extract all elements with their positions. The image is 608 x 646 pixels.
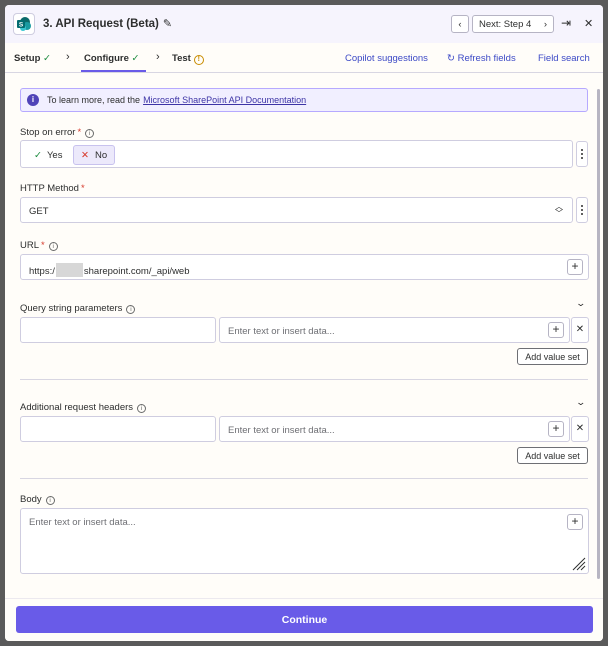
- add-query-value-set-button[interactable]: Add value set: [517, 348, 588, 365]
- required-asterisk: *: [80, 183, 85, 194]
- tab-configure[interactable]: Configure ✓: [84, 53, 139, 64]
- header-value-placeholder: Enter text or insert data...: [228, 425, 335, 436]
- svg-text:S: S: [19, 22, 24, 29]
- no-option-label: No: [94, 149, 108, 161]
- stop-on-error-toggle-group: ✓ Yes ✕ No: [20, 140, 573, 168]
- sharepoint-app-icon: S: [13, 13, 35, 35]
- step-title-text: 3. API Request (Beta): [43, 18, 159, 30]
- stop-on-error-more-menu[interactable]: [576, 141, 588, 167]
- info-icon[interactable]: i: [45, 496, 55, 505]
- http-method-value: GET: [29, 206, 49, 217]
- http-method-select[interactable]: GET ︿ ﹀: [20, 197, 573, 223]
- http-method-label-text: HTTP Method: [20, 183, 79, 194]
- remove-query-param-button[interactable]: ✕: [571, 317, 589, 343]
- field-search-link[interactable]: Field search: [538, 53, 590, 64]
- close-icon[interactable]: ✕: [584, 17, 593, 30]
- previous-step-button[interactable]: ‹: [451, 15, 469, 33]
- query-params-label-text: Query string parameters: [20, 303, 123, 314]
- tab-configure-label: Configure: [84, 53, 129, 64]
- next-step-button[interactable]: Next: Step 4 ›: [472, 15, 554, 33]
- chevron-down-icon[interactable]: ⌄: [575, 397, 586, 408]
- checkmark-icon: ✓: [131, 53, 140, 64]
- step-header: S 3. API Request (Beta) ✎ ‹ Next: Step 4 …: [5, 5, 603, 43]
- body-placeholder: Enter text or insert data...: [29, 517, 136, 528]
- info-icon[interactable]: i: [48, 242, 58, 251]
- insert-data-button[interactable]: +: [567, 259, 583, 275]
- tab-setup-label: Setup: [14, 53, 41, 64]
- step-editor-panel: S 3. API Request (Beta) ✎ ‹ Next: Step 4 …: [5, 5, 603, 641]
- stop-on-error-label: Stop on error * i: [20, 127, 95, 138]
- required-asterisk: *: [77, 127, 82, 138]
- active-tab-indicator: [81, 70, 146, 72]
- refresh-fields-button[interactable]: ↻ Refresh fields: [447, 53, 516, 64]
- chevron-right-icon: ›: [66, 51, 70, 63]
- next-step-label: Next: Step 4: [479, 18, 532, 30]
- chevron-left-icon: ‹: [458, 18, 462, 30]
- section-divider: [20, 478, 588, 479]
- continue-button[interactable]: Continue: [16, 606, 593, 633]
- request-headers-label: Additional request headers i: [20, 402, 147, 413]
- x-icon: ✕: [81, 149, 89, 161]
- step-footer: Continue: [5, 598, 603, 641]
- resize-handle-icon[interactable]: [570, 555, 586, 571]
- url-label-text: URL: [20, 240, 40, 251]
- refresh-fields-label: Refresh fields: [457, 53, 516, 64]
- yes-option-label: Yes: [46, 149, 63, 161]
- chevron-down-icon[interactable]: ⌄: [575, 298, 586, 309]
- tab-setup[interactable]: Setup ✓: [14, 53, 51, 64]
- body-label: Body i: [20, 494, 55, 505]
- request-headers-label-text: Additional request headers: [20, 402, 134, 413]
- refresh-icon: ↻: [447, 53, 455, 64]
- body-textarea[interactable]: Enter text or insert data... +: [20, 508, 589, 574]
- query-param-key-input[interactable]: [20, 317, 216, 343]
- step-title[interactable]: 3. API Request (Beta) ✎: [43, 17, 172, 30]
- stop-on-error-label-text: Stop on error: [20, 127, 76, 138]
- redacted-tenant: [55, 263, 83, 277]
- checkmark-icon: ✓: [43, 53, 51, 64]
- url-suffix: sharepoint.com/_api/web: [83, 266, 190, 277]
- chevron-right-icon: ›: [543, 18, 547, 30]
- info-icon[interactable]: i: [126, 305, 136, 314]
- pencil-icon[interactable]: ✎: [163, 18, 172, 30]
- collapse-panel-icon[interactable]: ⇥: [561, 16, 571, 30]
- url-value: https:/ sharepoint.com/_api/web: [29, 263, 190, 277]
- http-method-label: HTTP Method *: [20, 183, 85, 194]
- insert-data-button[interactable]: +: [548, 322, 564, 338]
- info-banner: i To learn more, read the Microsoft Shar…: [20, 88, 588, 112]
- info-banner-text: To learn more, read the: [47, 95, 141, 105]
- select-arrows-icon: ︿ ﹀: [555, 202, 563, 218]
- stop-on-error-yes-option[interactable]: ✓ Yes: [27, 145, 69, 165]
- sharepoint-api-docs-link[interactable]: Microsoft SharePoint API Documentation: [143, 95, 306, 105]
- stop-on-error-no-option[interactable]: ✕ No: [73, 145, 116, 165]
- body-label-text: Body: [20, 494, 42, 505]
- header-value-input[interactable]: Enter text or insert data... +: [219, 416, 570, 442]
- info-icon[interactable]: i: [137, 404, 147, 413]
- insert-data-button[interactable]: +: [548, 421, 564, 437]
- required-asterisk: *: [41, 240, 45, 251]
- step-tabs: Setup ✓ › Configure ✓ › Test! Copilot su…: [5, 43, 603, 73]
- copilot-suggestions-link[interactable]: Copilot suggestions: [345, 53, 428, 64]
- insert-data-button[interactable]: +: [567, 514, 583, 530]
- chevron-right-icon: ›: [156, 51, 160, 63]
- query-params-label: Query string parameters i: [20, 303, 136, 314]
- remove-header-button[interactable]: ✕: [571, 416, 589, 442]
- url-label: URL * i: [20, 240, 58, 251]
- header-key-input[interactable]: [20, 416, 216, 442]
- url-prefix: https:/: [29, 266, 55, 277]
- section-divider: [20, 379, 588, 380]
- query-param-value-input[interactable]: Enter text or insert data... +: [219, 317, 570, 343]
- tab-test-label: Test: [172, 53, 191, 64]
- info-icon: i: [27, 94, 39, 106]
- http-method-more-menu[interactable]: [576, 197, 588, 223]
- checkmark-icon: ✓: [34, 149, 42, 161]
- url-input[interactable]: https:/ sharepoint.com/_api/web +: [20, 254, 589, 280]
- query-param-value-placeholder: Enter text or insert data...: [228, 326, 335, 337]
- warning-icon: !: [193, 55, 204, 65]
- add-header-value-set-button[interactable]: Add value set: [517, 447, 588, 464]
- scrollbar[interactable]: [597, 89, 600, 579]
- configure-form: i To learn more, read the Microsoft Shar…: [5, 74, 603, 595]
- info-icon[interactable]: i: [85, 129, 95, 138]
- tab-test[interactable]: Test!: [172, 53, 204, 65]
